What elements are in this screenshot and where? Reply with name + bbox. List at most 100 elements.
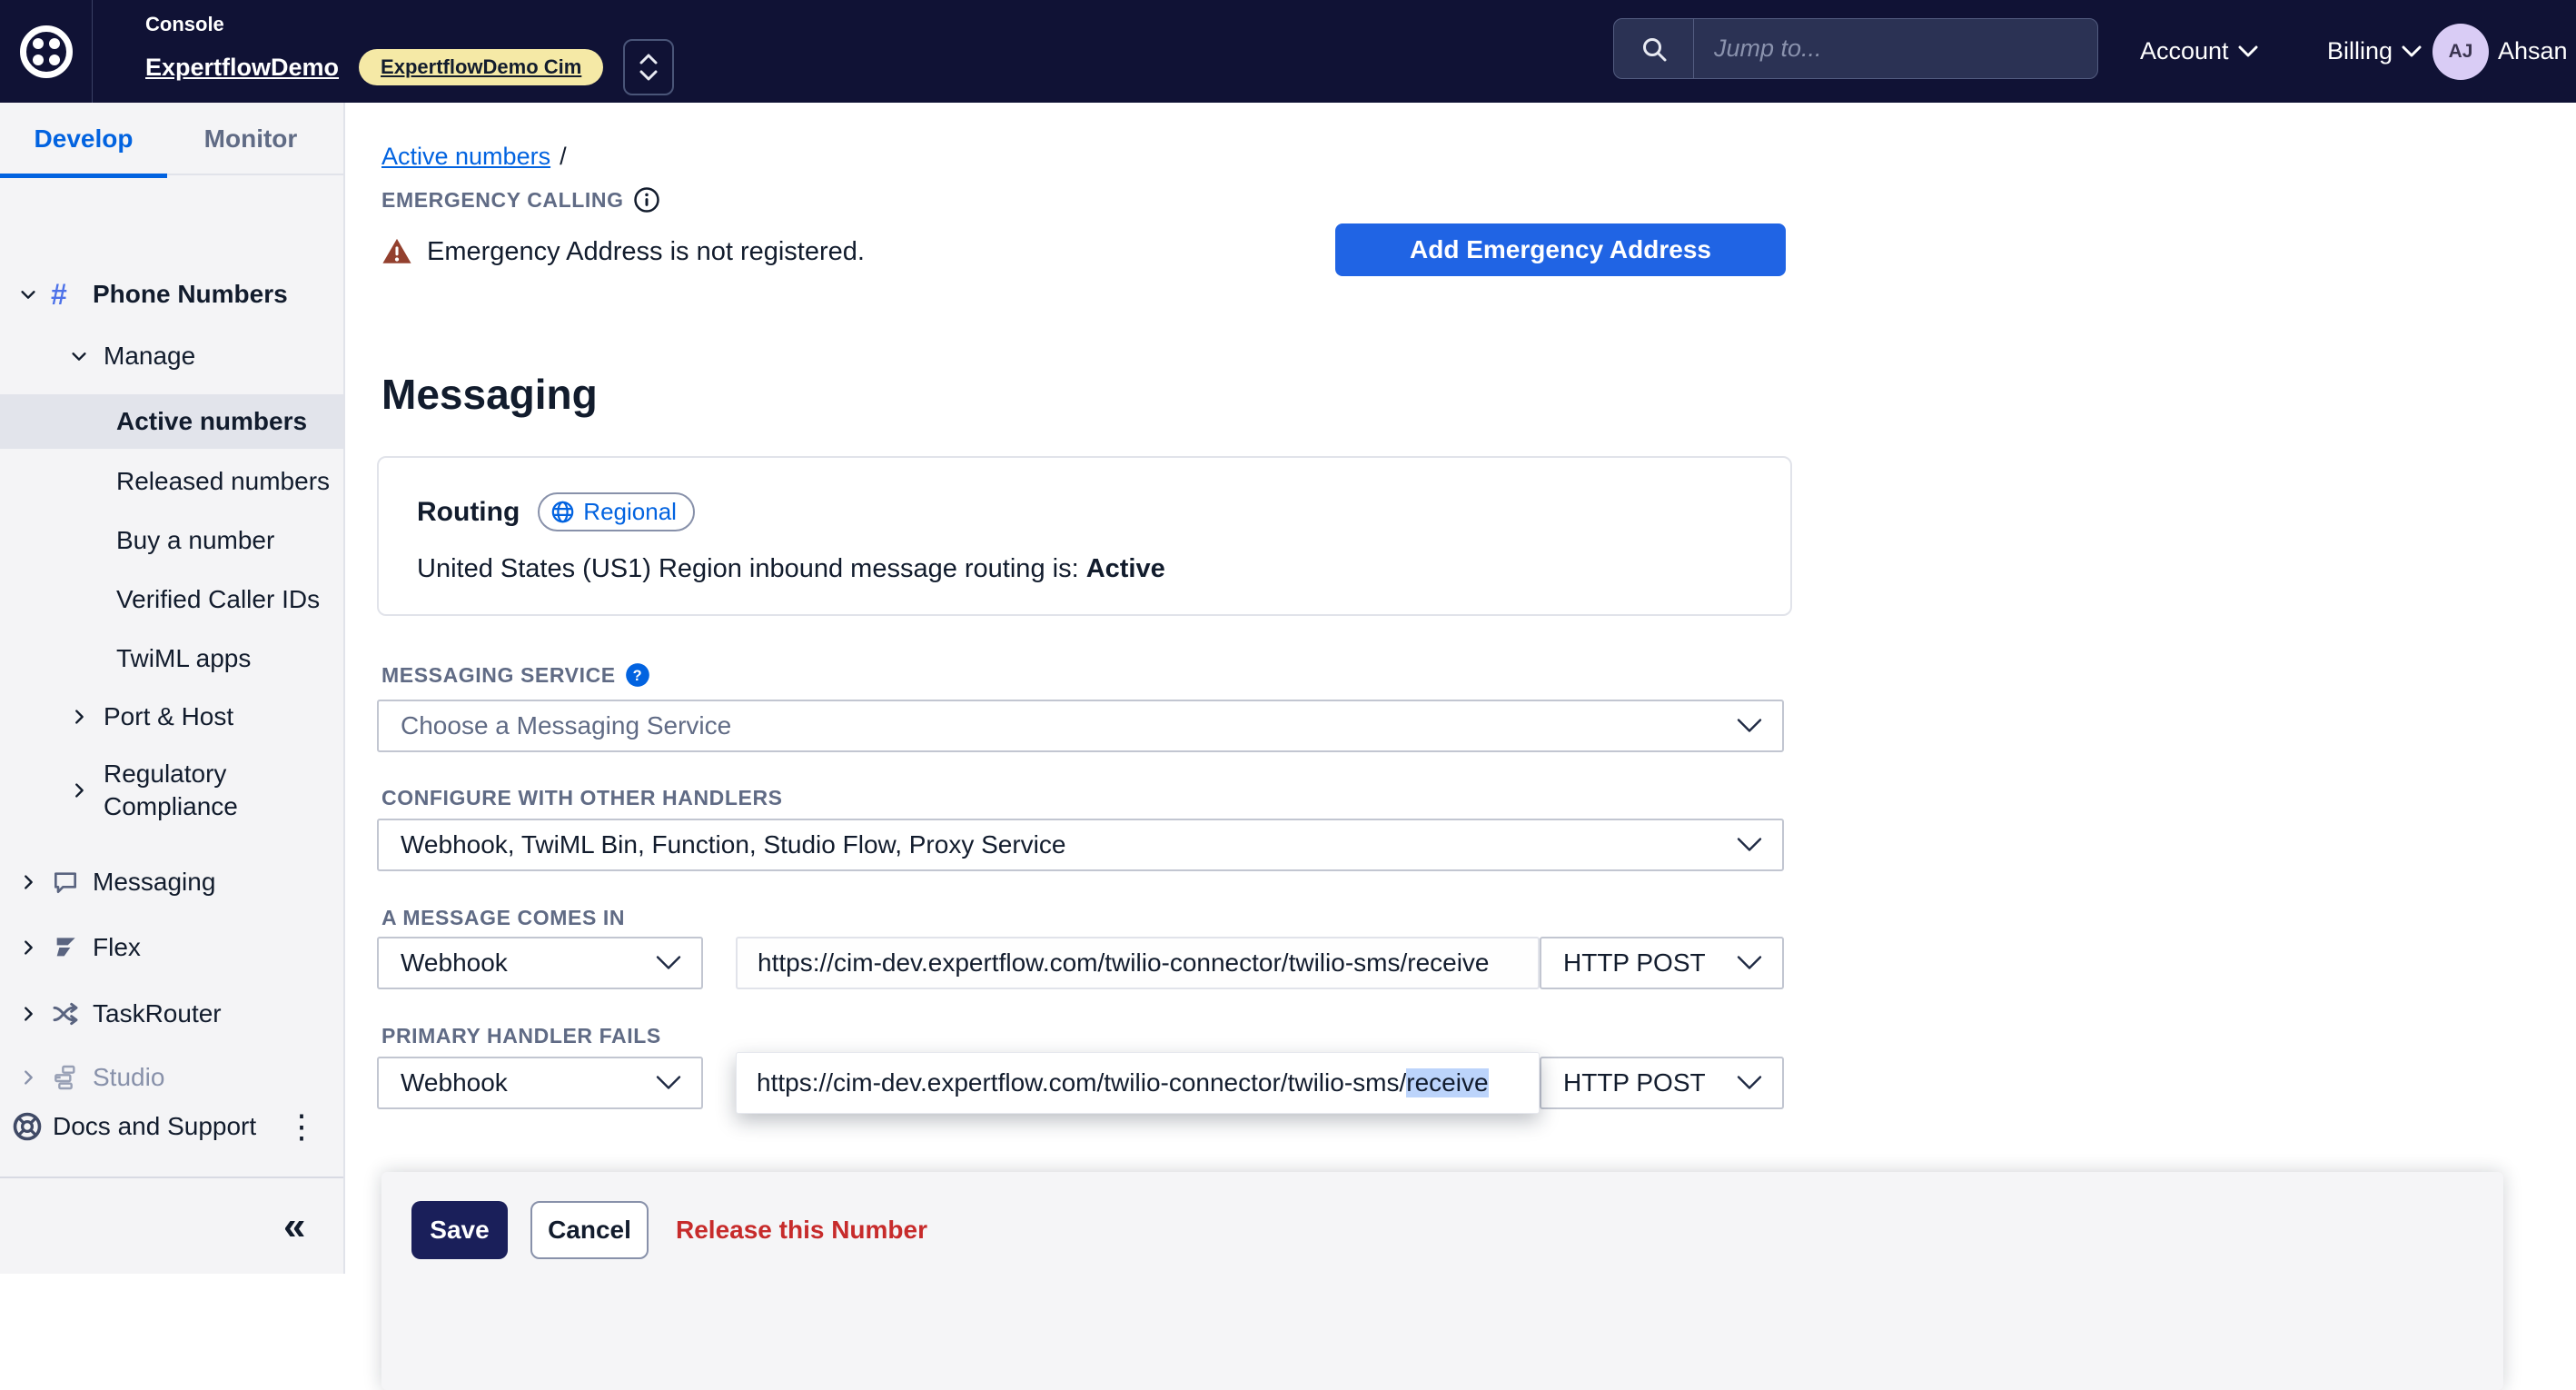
billing-menu[interactable]: Billing xyxy=(2327,0,2422,103)
method-value: HTTP POST xyxy=(1563,948,1706,978)
user-menu[interactable]: AJ Ahsan xyxy=(2432,0,2576,103)
breadcrumb: Active numbers/ xyxy=(381,143,567,171)
primary-handler-fails-url-input[interactable]: https://cim-dev.expertflow.com/twilio-co… xyxy=(736,1052,1540,1114)
chevron-right-icon xyxy=(69,707,89,727)
routing-status-value: Active xyxy=(1086,554,1165,583)
chevron-right-icon xyxy=(69,780,89,800)
avatar: AJ xyxy=(2432,24,2489,80)
sidebar-footer-divider xyxy=(0,1177,343,1178)
account-menu[interactable]: Account xyxy=(2140,0,2258,103)
primary-handler-fails-handler-select[interactable]: Webhook xyxy=(377,1057,703,1109)
sidebar-item-released-numbers[interactable]: Released numbers xyxy=(0,452,343,511)
messaging-service-select[interactable]: Choose a Messaging Service xyxy=(377,700,1784,752)
sidebar-item-active-numbers[interactable]: Active numbers xyxy=(0,394,343,449)
search-icon xyxy=(1640,35,1668,63)
account-menu-label: Account xyxy=(2140,37,2229,65)
sidebar-item-taskrouter[interactable]: TaskRouter xyxy=(0,985,343,1043)
twilio-logo-icon xyxy=(20,25,73,78)
sidebar-item-verified-caller-ids[interactable]: Verified Caller IDs xyxy=(0,571,343,629)
console-label: Console xyxy=(145,13,224,36)
svg-text:?: ? xyxy=(632,668,642,684)
billing-menu-label: Billing xyxy=(2327,37,2393,65)
messaging-service-label: MESSAGING SERVICE ? xyxy=(381,662,650,688)
sidebar-item-buy-a-number[interactable]: Buy a number xyxy=(0,511,343,570)
hash-icon: # xyxy=(51,278,67,312)
jump-to-search[interactable] xyxy=(1613,18,2098,79)
chat-bubble-icon xyxy=(51,868,80,897)
account-switcher-button[interactable] xyxy=(623,39,674,95)
info-icon[interactable] xyxy=(633,186,660,213)
configure-handlers-value: Webhook, TwiML Bin, Function, Studio Flo… xyxy=(401,830,1065,859)
emergency-warning-text: Emergency Address is not registered. xyxy=(427,237,865,267)
routing-title: Routing xyxy=(417,497,520,528)
chevron-down-icon xyxy=(1737,838,1762,853)
search-icon-cell[interactable] xyxy=(1614,19,1694,78)
chevron-down-icon xyxy=(69,346,89,366)
cancel-button[interactable]: Cancel xyxy=(530,1201,649,1259)
chevron-right-icon xyxy=(18,872,38,892)
sidebar-item-flex[interactable]: Flex xyxy=(0,918,343,977)
tab-monitor[interactable]: Monitor xyxy=(167,103,334,175)
message-comes-in-url-input[interactable]: https://cim-dev.expertflow.com/twilio-co… xyxy=(736,937,1540,989)
chevron-down-icon xyxy=(1737,956,1762,971)
primary-handler-fails-row: Webhook https://cim-dev.expertflow.com/t… xyxy=(345,1057,2576,1109)
add-emergency-address-button[interactable]: Add Emergency Address xyxy=(1335,223,1786,276)
main-content: Active numbers/ EMERGENCY CALLING Emerge… xyxy=(345,103,2576,1274)
url-value: https://cim-dev.expertflow.com/twilio-co… xyxy=(758,948,1490,978)
chevron-right-icon xyxy=(18,938,38,958)
routing-card: Routing Regional United States (US1) Reg… xyxy=(377,456,1792,616)
regional-badge-label: Regional xyxy=(583,498,677,526)
chevron-down-icon xyxy=(2402,45,2422,58)
sidebar: Develop Monitor # Phone Numbers Manage A… xyxy=(0,103,345,1274)
configure-handlers-select[interactable]: Webhook, TwiML Bin, Function, Studio Flo… xyxy=(377,819,1784,871)
sidebar-item-manage[interactable]: Manage xyxy=(0,327,343,385)
emergency-calling-label: EMERGENCY CALLING xyxy=(381,186,660,213)
warning-icon xyxy=(381,236,412,267)
twilio-logo[interactable] xyxy=(0,0,93,103)
page-title: Messaging xyxy=(381,370,598,419)
breadcrumb-active-numbers-link[interactable]: Active numbers xyxy=(381,143,550,170)
subaccount-badge[interactable]: ExpertflowDemo Cim xyxy=(359,49,603,85)
regional-badge: Regional xyxy=(538,492,695,531)
globe-icon xyxy=(550,500,575,524)
chevron-down-icon xyxy=(18,284,38,304)
up-down-chevrons-icon xyxy=(638,52,659,83)
handler-value: Webhook xyxy=(401,1068,508,1097)
help-icon[interactable]: ? xyxy=(625,662,650,688)
chevron-down-icon xyxy=(656,956,681,971)
emergency-warning: Emergency Address is not registered. xyxy=(381,226,865,277)
sidebar-tabs: Develop Monitor xyxy=(0,103,343,175)
message-comes-in-method-select[interactable]: HTTP POST xyxy=(1540,937,1784,989)
account-row: ExpertflowDemo ExpertflowDemo Cim xyxy=(145,45,674,89)
tab-develop[interactable]: Develop xyxy=(0,103,167,175)
action-footer-bar: Save Cancel Release this Number xyxy=(381,1172,2503,1390)
messaging-service-value: Choose a Messaging Service xyxy=(401,711,731,740)
user-name-label: Ahsan xyxy=(2498,37,2568,65)
sidebar-item-twiml-apps[interactable]: TwiML apps xyxy=(0,630,343,688)
sidebar-item-phone-numbers[interactable]: # Phone Numbers xyxy=(0,265,343,323)
sidebar-item-port-and-host[interactable]: Port & Host xyxy=(0,688,343,746)
save-button[interactable]: Save xyxy=(411,1201,508,1259)
chevron-down-icon xyxy=(2238,45,2258,58)
configure-handlers-label: CONFIGURE WITH OTHER HANDLERS xyxy=(381,786,783,810)
method-value: HTTP POST xyxy=(1563,1068,1706,1097)
sidebar-item-docs-and-support[interactable]: Docs and Support ⋮ xyxy=(0,1097,343,1156)
taskrouter-shuffle-icon xyxy=(51,999,80,1028)
url-value-prefix: https://cim-dev.expertflow.com/twilio-co… xyxy=(757,1068,1406,1097)
search-input[interactable] xyxy=(1694,35,2097,63)
account-link[interactable]: ExpertflowDemo xyxy=(145,54,339,82)
primary-handler-fails-method-select[interactable]: HTTP POST xyxy=(1540,1057,1784,1109)
message-comes-in-row: Webhook https://cim-dev.expertflow.com/t… xyxy=(345,937,2576,989)
kebab-menu-icon[interactable]: ⋮ xyxy=(285,1107,318,1146)
sidebar-collapse-button[interactable]: « xyxy=(283,1204,305,1249)
routing-status: United States (US1) Region inbound messa… xyxy=(417,554,1165,584)
message-comes-in-handler-select[interactable]: Webhook xyxy=(377,937,703,989)
message-comes-in-label: A MESSAGE COMES IN xyxy=(381,906,625,930)
top-header: Console ExpertflowDemo ExpertflowDemo Ci… xyxy=(0,0,2576,103)
life-ring-icon xyxy=(11,1110,44,1143)
sidebar-item-regulatory-compliance[interactable]: Regulatory Compliance xyxy=(0,750,343,831)
handler-value: Webhook xyxy=(401,948,508,978)
studio-flow-icon xyxy=(51,1063,80,1092)
release-number-link[interactable]: Release this Number xyxy=(676,1201,927,1259)
sidebar-item-messaging[interactable]: Messaging xyxy=(0,853,343,911)
